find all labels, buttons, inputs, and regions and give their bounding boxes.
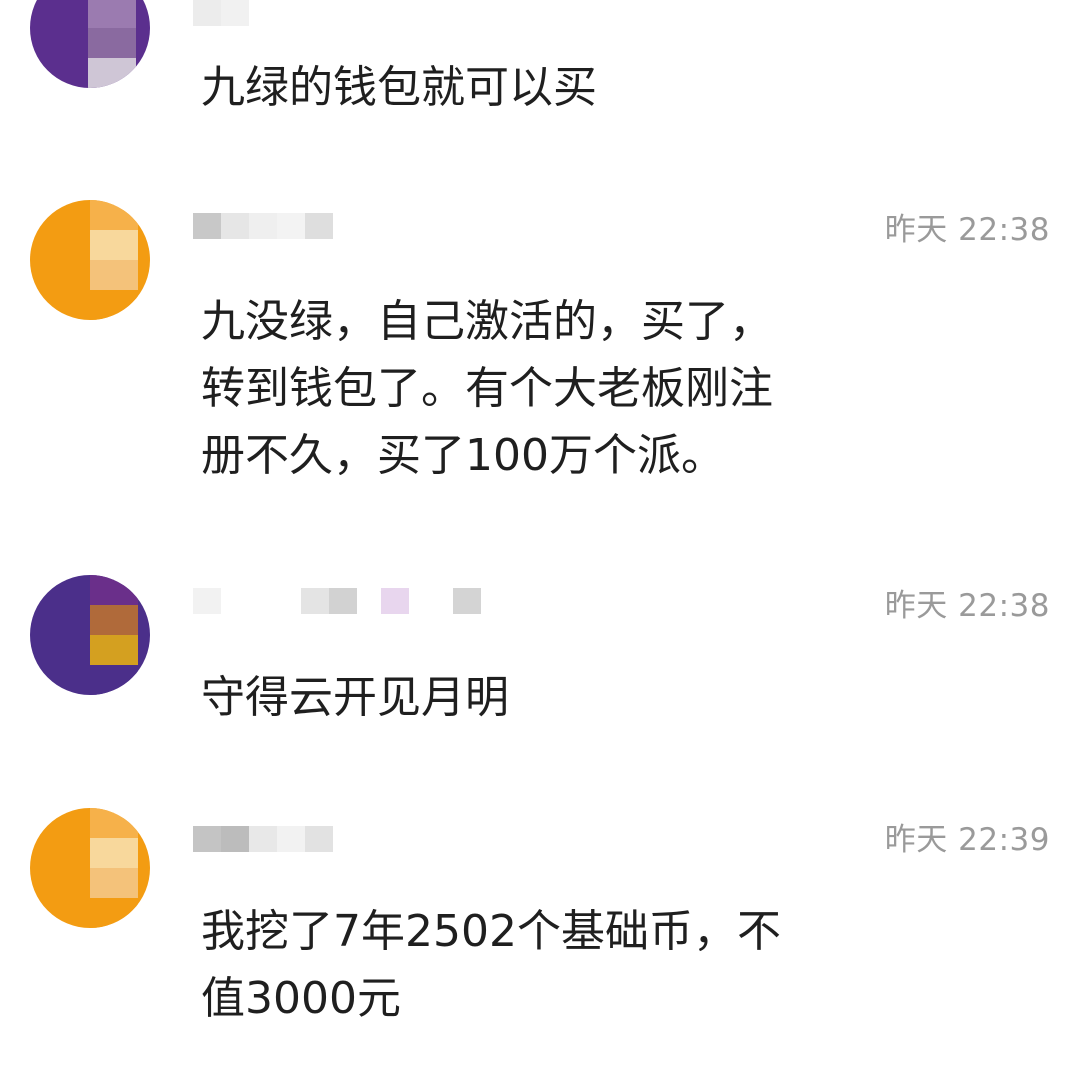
avatar[interactable] bbox=[30, 200, 150, 320]
avatar-pixelation bbox=[90, 808, 138, 928]
username-masked[interactable] bbox=[193, 826, 333, 852]
avatar[interactable] bbox=[30, 575, 150, 695]
comment-timestamp: 昨天 22:38 bbox=[884, 588, 1050, 624]
username-masked[interactable] bbox=[193, 0, 249, 26]
avatar-pixelation bbox=[88, 0, 136, 88]
comment-text: 九绿的钱包就可以买 bbox=[201, 62, 597, 113]
avatar[interactable] bbox=[30, 0, 150, 88]
username-masked[interactable] bbox=[193, 213, 333, 239]
comment-timestamp: 昨天 22:38 bbox=[884, 212, 1050, 248]
comment-text: 守得云开见月明 bbox=[201, 672, 509, 723]
avatar-pixelation bbox=[90, 575, 138, 695]
username-masked[interactable] bbox=[193, 588, 481, 614]
comment-text: 九没绿，自己激活的，买了， 转到钱包了。有个大老板刚注 册不久，买了100万个派… bbox=[201, 296, 773, 481]
comment-timestamp: 昨天 22:39 bbox=[884, 822, 1050, 858]
avatar[interactable] bbox=[30, 808, 150, 928]
comment-text: 我挖了7年2502个基础币，不 值3000元 bbox=[201, 906, 781, 1024]
avatar-pixelation bbox=[90, 200, 138, 320]
